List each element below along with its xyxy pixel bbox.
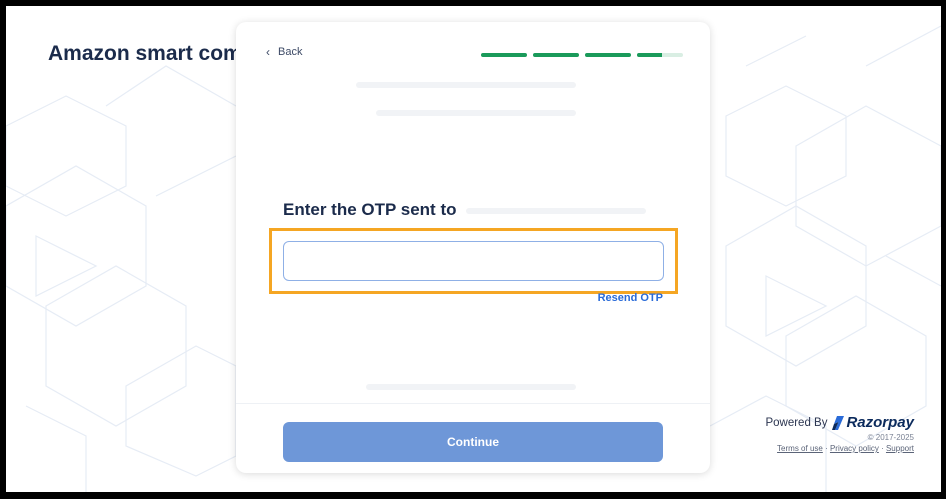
progress-step [585,53,631,57]
progress-step-fill [533,53,579,57]
razorpay-logo-icon [832,415,845,430]
progress-steps [481,53,683,57]
terms-link[interactable]: Terms of use [777,444,823,453]
checkout-modal: ‹ Back Enter the OTP sent to Resend OTP … [236,22,710,473]
blurred-text [376,110,576,116]
support-link[interactable]: Support [886,444,914,453]
powered-by-block: Powered By Razorpay © 2017-2025 Terms of… [765,414,914,453]
continue-button[interactable]: Continue [283,422,663,462]
copyright: © 2017-2025 [867,433,914,442]
otp-input[interactable] [283,241,664,281]
progress-step [533,53,579,57]
progress-step-fill [637,53,663,57]
resend-otp-link[interactable]: Resend OTP [598,292,663,304]
razorpay-brand: Razorpay [846,414,914,431]
chevron-left-icon: ‹ [266,45,270,59]
progress-step [637,53,683,57]
blurred-text [466,208,646,214]
progress-step-fill [585,53,631,57]
blurred-text [356,82,576,88]
privacy-link[interactable]: Privacy policy [830,444,879,453]
progress-step [481,53,527,57]
progress-step-fill [481,53,527,57]
blurred-text [366,384,576,390]
back-label: Back [278,46,303,58]
otp-heading: Enter the OTP sent to [283,200,457,219]
footer-divider [236,403,710,404]
back-button[interactable]: ‹ Back [266,46,302,58]
page-frame: Amazon smart comm ‹ Back Enter the OTP s… [6,6,941,492]
powered-by-label: Powered By [765,416,828,429]
merchant-title: Amazon smart comm [48,42,248,65]
footer-links: Terms of use · Privacy policy · Support [777,444,914,453]
razorpay-logo: Razorpay [832,414,914,431]
